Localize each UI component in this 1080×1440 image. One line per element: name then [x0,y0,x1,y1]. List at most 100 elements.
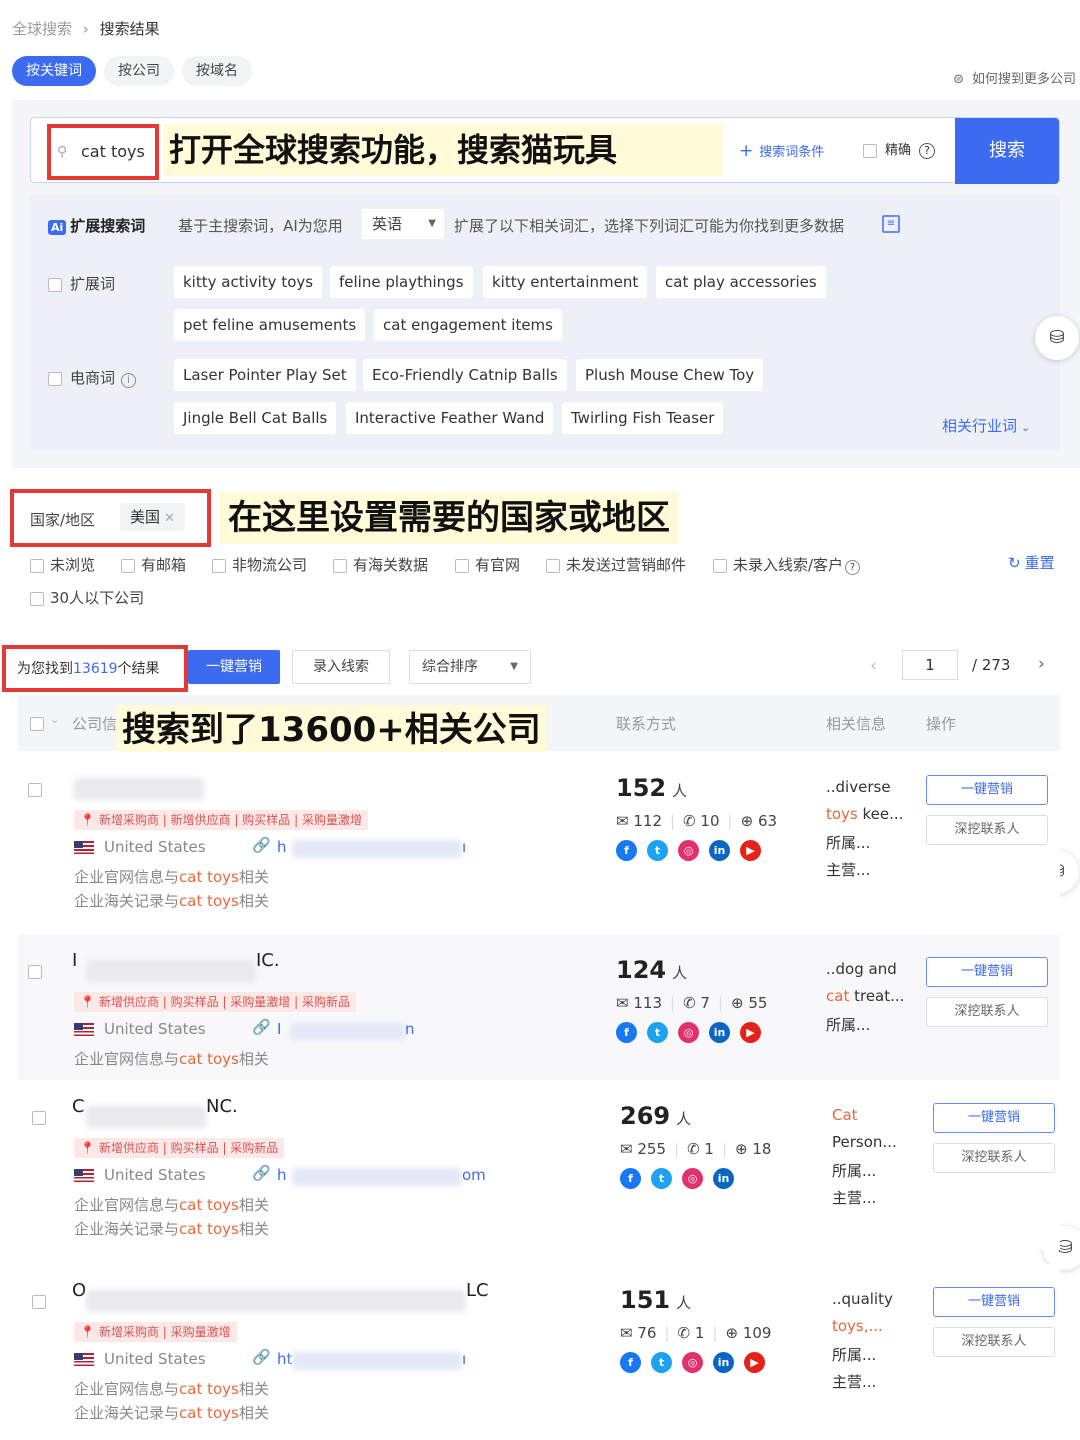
one-click-marketing-button[interactable]: 一键营销 [188,650,280,684]
website-head[interactable]: h [277,1166,287,1184]
expand-word-chip[interactable]: kitty entertainment [483,266,648,298]
filter-checkbox[interactable] [121,558,135,573]
search-button[interactable]: 搜索 [955,118,1059,184]
reset-button[interactable]: ↻ 重置 [1008,552,1055,573]
company-name-tail[interactable]: IC. [256,950,280,971]
twitter-icon[interactable]: t [651,1352,672,1373]
info-icon[interactable]: i [121,373,137,388]
question-icon[interactable]: ? [845,560,861,575]
filter-checkbox[interactable] [30,591,44,606]
youtube-icon[interactable]: ▶ [740,1022,761,1043]
ecom-word-chip[interactable]: Jingle Bell Cat Balls [174,402,337,434]
facebook-icon[interactable]: f [620,1352,641,1373]
filter-checkbox[interactable] [333,558,347,573]
prev-page-icon[interactable]: ‹ [870,656,877,676]
filter-unviewed[interactable]: 未浏览 [30,554,95,575]
filter-non-logistics[interactable]: 非物流公司 [212,554,307,575]
expand-word-chip[interactable]: cat engagement items [374,309,562,341]
website-tail[interactable]: n [405,1020,415,1038]
facebook-icon[interactable]: f [616,1022,637,1043]
tab-company[interactable]: 按公司 [104,56,174,86]
row-checkbox[interactable] [28,783,42,797]
question-icon[interactable]: ? [919,143,936,159]
tab-keyword[interactable]: 按关键词 [12,56,96,86]
website-tail[interactable]: ı [462,838,466,856]
instagram-icon[interactable]: ◎ [682,1168,703,1189]
expand-word-chip[interactable]: feline playthings [330,266,473,298]
linkedin-icon[interactable]: in [709,840,730,861]
filter-not-in-leads[interactable]: 未录入线索/客户? [713,554,861,575]
row-checkbox[interactable] [32,1111,46,1125]
country-filter-tag[interactable]: 美国 ✕ [120,503,185,531]
exact-checkbox[interactable] [863,143,877,158]
instagram-icon[interactable]: ◎ [682,1352,703,1373]
filter-small-company[interactable]: 30人以下公司 [30,587,144,608]
page-input[interactable]: 1 [902,650,958,680]
industry-words-link[interactable]: 相关行业词 ⌄ [942,415,1030,436]
expand-word-chip[interactable]: cat play accessories [656,266,826,298]
add-lead-button[interactable]: 录入线索 [292,650,390,684]
ecom-word-chip[interactable]: Laser Pointer Play Set [174,359,356,391]
help-link[interactable]: ⊜ 如何搜到更多公司 [953,68,1076,87]
one-click-marketing-row-button[interactable]: 一键营销 [926,957,1048,987]
website-head[interactable]: ht [277,1350,292,1368]
ecom-word-chip[interactable]: Interactive Feather Wand [346,402,554,434]
company-name-head[interactable]: C [72,1096,85,1117]
filter-customs-data[interactable]: 有海关数据 [333,554,428,575]
filter-checkbox[interactable] [455,558,469,573]
website-tail[interactable]: ı [462,1350,466,1368]
chevron-down-icon[interactable]: ⌄ [50,713,59,726]
next-page-icon[interactable]: › [1038,654,1045,674]
expand-checkbox[interactable] [48,277,62,292]
expand-word-chip[interactable]: pet feline amusements [174,309,366,341]
dig-contacts-button[interactable]: 深挖联系人 [926,815,1048,845]
linkedin-icon[interactable]: in [709,1022,730,1043]
youtube-icon[interactable]: ▶ [740,840,761,861]
ecom-checkbox[interactable] [48,371,62,386]
filter-checkbox[interactable] [546,558,560,573]
company-name-head[interactable]: O [72,1280,86,1301]
doc-icon[interactable]: ≡ [882,215,900,233]
one-click-marketing-row-button[interactable]: 一键营销 [926,775,1048,805]
ecom-word-chip[interactable]: Eco-Friendly Catnip Balls [363,359,567,391]
website-head[interactable]: I [277,1020,281,1038]
filter-checkbox[interactable] [212,558,226,573]
twitter-icon[interactable]: t [647,840,668,861]
expand-words-option[interactable]: 扩展词 [48,273,115,294]
twitter-icon[interactable]: t [647,1022,668,1043]
youtube-icon[interactable]: ▶ [744,1352,765,1373]
ecom-words-option[interactable]: 电商词 i [48,367,137,388]
tab-domain[interactable]: 按域名 [182,56,252,86]
company-name-tail[interactable]: NC. [206,1096,238,1117]
breadcrumb-root[interactable]: 全球搜索 [12,20,72,38]
facebook-icon[interactable]: f [620,1168,641,1189]
filter-checkbox[interactable] [713,558,727,573]
row-checkbox[interactable] [32,1295,46,1309]
instagram-icon[interactable]: ◎ [678,840,699,861]
one-click-marketing-row-button[interactable]: 一键营销 [933,1287,1055,1317]
company-name-head[interactable]: I [72,950,77,971]
dig-contacts-button[interactable]: 深挖联系人 [933,1143,1055,1173]
sort-select[interactable]: 综合排序 ▼ [409,650,531,684]
dig-contacts-button[interactable]: 深挖联系人 [926,997,1048,1027]
website-head[interactable]: h [277,838,287,856]
filter-has-email[interactable]: 有邮箱 [121,554,186,575]
exact-match-option[interactable]: 精确? [863,140,936,162]
float-tool-icon[interactable]: ⛁ [1035,316,1079,360]
website-tail[interactable]: om [462,1166,486,1184]
linkedin-icon[interactable]: in [713,1352,734,1373]
one-click-marketing-row-button[interactable]: 一键营销 [933,1103,1055,1133]
instagram-icon[interactable]: ◎ [678,1022,699,1043]
search-conditions-button[interactable]: + 搜索词条件 [739,140,824,164]
select-all-checkbox[interactable] [30,717,44,731]
row-checkbox[interactable] [28,965,42,979]
expand-word-chip[interactable]: kitty activity toys [174,266,323,298]
filter-checkbox[interactable] [30,558,44,573]
filter-no-marketing-mail[interactable]: 未发送过营销邮件 [546,554,686,575]
dig-contacts-button[interactable]: 深挖联系人 [933,1327,1055,1357]
linkedin-icon[interactable]: in [713,1168,734,1189]
language-select[interactable]: 英语 ▼ [362,209,444,239]
filter-has-website[interactable]: 有官网 [455,554,520,575]
facebook-icon[interactable]: f [616,840,637,861]
company-name-tail[interactable]: LC [466,1280,489,1301]
